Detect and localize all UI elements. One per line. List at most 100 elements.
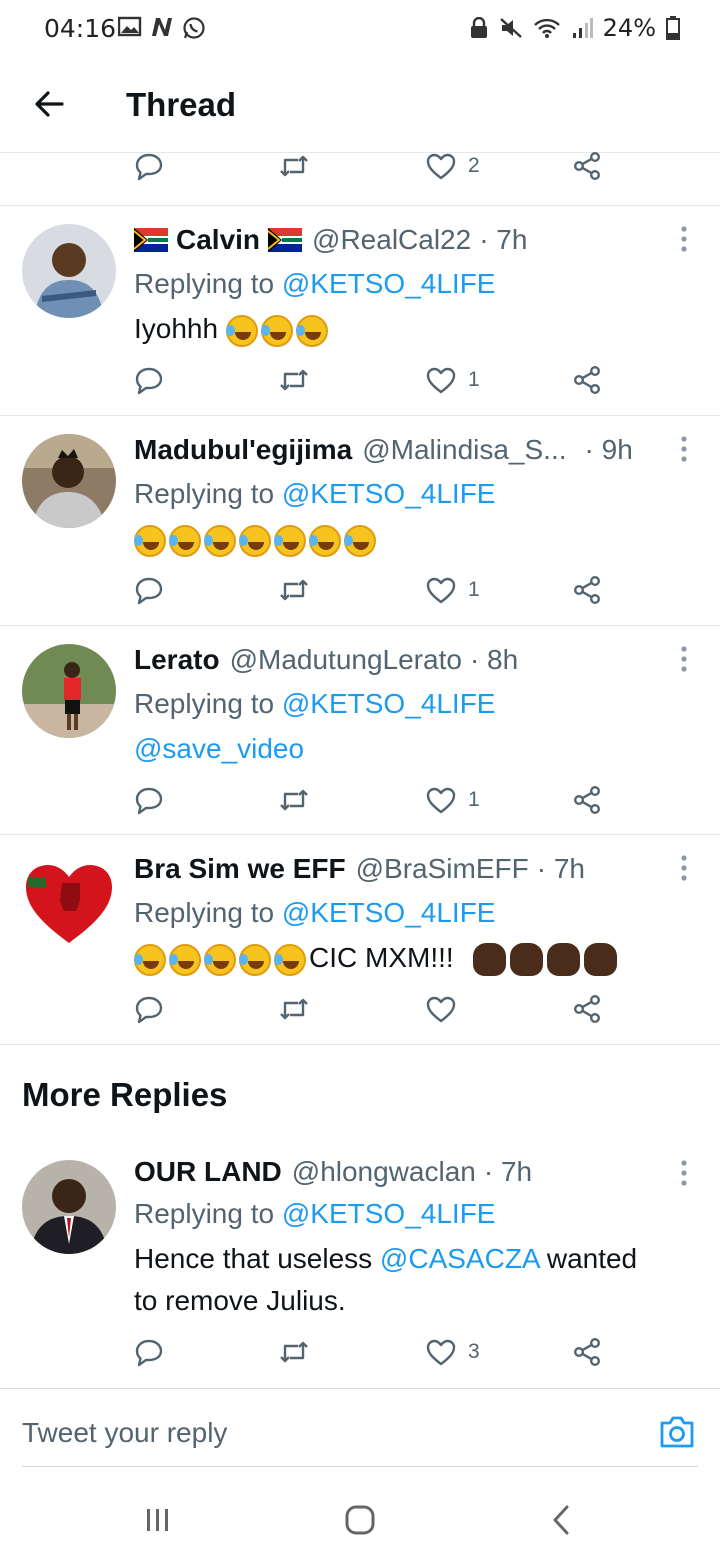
share-button[interactable] [572, 989, 602, 1029]
wifi-icon [533, 18, 560, 38]
reply-button[interactable] [134, 360, 164, 400]
like-button[interactable]: 1 [426, 570, 480, 610]
reply-icon [135, 1339, 163, 1367]
tweet-header: Madubul'egijima @Malindisa_S... · 9h [134, 434, 633, 466]
rofl-emoji [295, 314, 328, 347]
tweet-text: @save_video [134, 728, 694, 770]
retweet-button[interactable] [278, 1332, 310, 1372]
tweet-header: OUR LAND @hlongwaclan · 7h [134, 1156, 532, 1188]
share-icon [574, 576, 601, 605]
display-name[interactable]: Bra Sim we EFF [134, 853, 346, 885]
tweet-text: Hence that useless @CASACZA wanted to re… [134, 1243, 638, 1316]
user-handle[interactable]: @MadutungLerato [230, 644, 462, 676]
tweet-item[interactable]: Madubul'egijima @Malindisa_S... · 9h Rep… [0, 416, 720, 626]
reply-icon [135, 367, 163, 395]
mention-link[interactable]: @KETSO_4LIFE [282, 268, 496, 299]
avatar[interactable] [22, 434, 116, 528]
display-name[interactable]: Lerato [134, 644, 220, 676]
heart-icon [426, 996, 456, 1023]
share-icon [574, 152, 601, 181]
reply-composer: Tweet your reply [0, 1388, 720, 1468]
tweet-actions: 3 [134, 1332, 614, 1372]
user-handle[interactable]: @hlongwaclan [292, 1156, 476, 1188]
page-title: Thread [126, 86, 237, 123]
share-icon [574, 1338, 601, 1367]
avatar[interactable] [22, 1160, 116, 1254]
mention-link[interactable]: @KETSO_4LIFE [282, 688, 496, 719]
tweet-time: · 8h [469, 644, 519, 675]
like-count: 1 [468, 578, 480, 601]
replying-to: Replying to @KETSO_4LIFE [134, 478, 496, 509]
tweet-item[interactable]: Lerato @MadutungLerato · 8h Replying to … [0, 626, 720, 836]
like-button[interactable]: 2 [426, 146, 480, 186]
reply-button[interactable] [134, 780, 164, 820]
reply-button[interactable] [134, 146, 164, 186]
avatar[interactable] [22, 855, 116, 949]
battery-icon [666, 16, 680, 40]
reply-button[interactable] [134, 989, 164, 1029]
tweet-item[interactable]: Calvin @RealCal22 · 7h Replying to @KETS… [0, 206, 720, 416]
like-count: 1 [468, 788, 480, 811]
share-button[interactable] [572, 780, 602, 820]
rofl-emoji [274, 524, 306, 557]
camera-icon[interactable] [658, 1413, 696, 1451]
rofl-emoji [225, 314, 258, 347]
laughing-emoji [204, 943, 236, 976]
mention-link[interactable]: @save_video [134, 733, 304, 764]
share-button[interactable] [572, 360, 602, 400]
reply-button[interactable] [134, 570, 164, 610]
tweet-actions [134, 989, 614, 1029]
mention-link[interactable]: @KETSO_4LIFE [282, 478, 496, 509]
display-name[interactable]: Calvin [176, 224, 260, 256]
like-button[interactable]: 1 [426, 780, 480, 820]
more-icon[interactable] [676, 224, 692, 254]
user-handle[interactable]: @Malindisa_S... [362, 434, 566, 466]
more-icon[interactable] [676, 434, 692, 464]
reply-input[interactable]: Tweet your reply [22, 1417, 227, 1449]
recent-apps-icon[interactable] [144, 1506, 172, 1534]
tweet-item[interactable]: OUR LAND @hlongwaclan · 7h Replying to @… [0, 1140, 720, 1388]
retweet-button[interactable] [278, 360, 310, 400]
more-icon[interactable] [676, 644, 692, 674]
like-button[interactable]: 1 [426, 360, 480, 400]
tweet-time: · 7h [536, 853, 585, 884]
reply-button[interactable] [134, 1332, 164, 1372]
retweet-icon [280, 369, 308, 391]
display-name[interactable]: Madubul'egijima [134, 434, 352, 466]
mention-link[interactable]: @CASACZA [380, 1243, 539, 1274]
mention-link[interactable]: @KETSO_4LIFE [282, 897, 496, 928]
reply-icon [135, 787, 163, 815]
retweet-button[interactable] [278, 780, 310, 820]
system-icons: 24% [469, 14, 680, 42]
home-icon[interactable] [344, 1504, 376, 1536]
display-name[interactable]: OUR LAND [134, 1156, 282, 1188]
share-button[interactable] [572, 570, 602, 610]
nav-back-icon[interactable] [550, 1504, 572, 1536]
user-handle[interactable]: @RealCal22 [312, 224, 471, 256]
more-icon[interactable] [676, 853, 692, 883]
like-button[interactable] [426, 989, 456, 1029]
avatar[interactable] [22, 224, 116, 318]
tweet-header: Calvin @RealCal22 · 7h [134, 224, 527, 256]
system-nav-bar [0, 1478, 720, 1560]
tweet-item[interactable]: Bra Sim we EFF @BraSimEFF · 7h Replying … [0, 835, 720, 1045]
retweet-button[interactable] [278, 146, 310, 186]
retweet-button[interactable] [278, 570, 310, 610]
notification-icons [118, 16, 206, 40]
app-header: Thread [0, 58, 720, 152]
like-count: 3 [468, 1340, 480, 1363]
avatar[interactable] [22, 644, 116, 738]
user-handle[interactable]: @BraSimEFF [356, 853, 529, 885]
south-africa-flag-icon [268, 228, 303, 252]
mention-link[interactable]: @KETSO_4LIFE [282, 1198, 496, 1229]
divider [0, 1044, 720, 1045]
like-button[interactable]: 3 [426, 1332, 480, 1372]
tweet-header: Lerato @MadutungLerato · 8h [134, 644, 518, 676]
tweet-header: Bra Sim we EFF @BraSimEFF · 7h [134, 853, 585, 885]
retweet-button[interactable] [278, 989, 310, 1029]
share-button[interactable] [572, 1332, 602, 1372]
like-count: 1 [468, 368, 480, 391]
share-button[interactable] [572, 146, 602, 186]
back-arrow-icon[interactable] [30, 84, 70, 124]
more-icon[interactable] [676, 1158, 692, 1188]
